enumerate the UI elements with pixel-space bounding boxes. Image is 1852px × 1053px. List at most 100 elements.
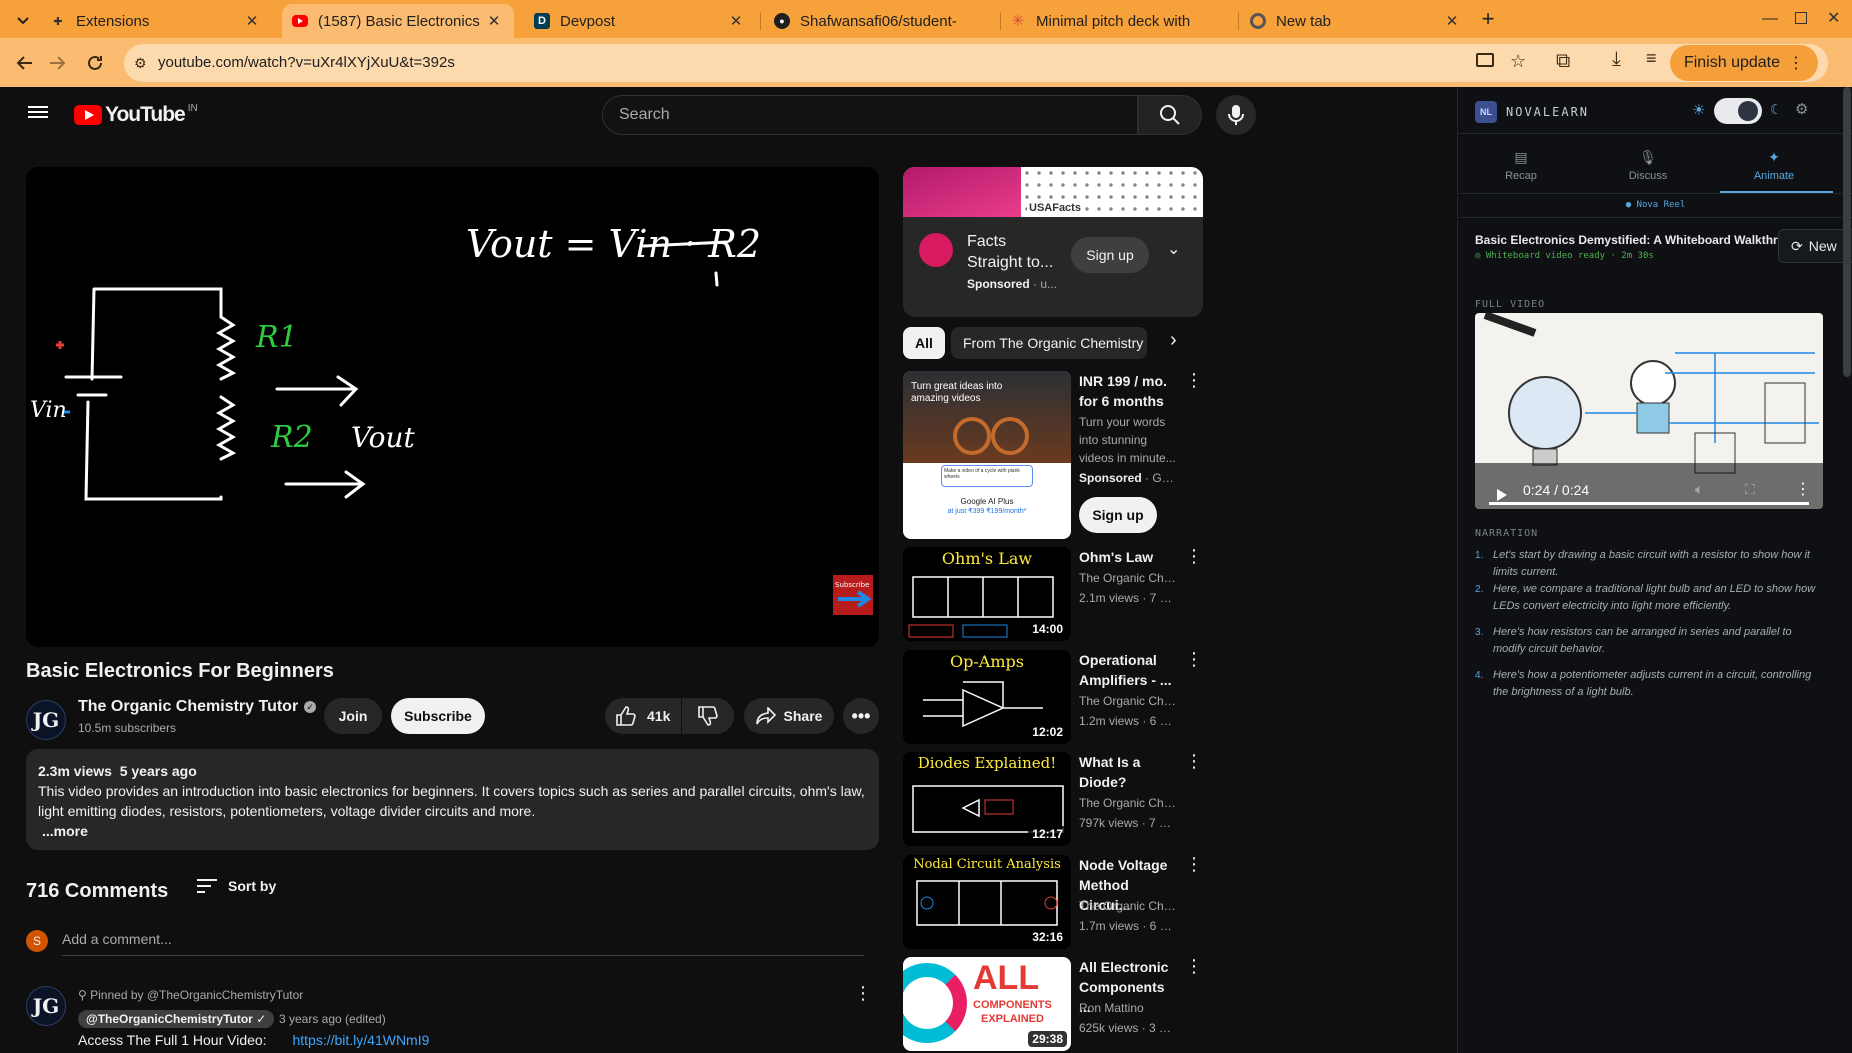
more-actions-button[interactable]: ••• bbox=[843, 698, 879, 734]
chip-all[interactable]: All bbox=[903, 327, 945, 359]
install-app-icon[interactable] bbox=[1476, 53, 1494, 67]
nova-video-player[interactable]: 0:24 / 0:24 🔈︎ ⛶ ⋮ bbox=[1475, 313, 1823, 509]
tab-recap[interactable]: ▤ Recap bbox=[1461, 149, 1581, 182]
close-tab-icon[interactable]: ✕ bbox=[484, 12, 504, 30]
channel-avatar[interactable]: JG bbox=[26, 700, 66, 740]
tab-pitch-deck[interactable]: ✳ Minimal pitch deck with bbox=[1000, 4, 1236, 38]
close-tab-icon[interactable]: ✕ bbox=[242, 12, 262, 30]
download-icon[interactable]: ⤓ bbox=[1612, 48, 1621, 71]
volume-icon[interactable]: 🔈︎ bbox=[1695, 481, 1703, 498]
description-text: This video provides an introduction into… bbox=[38, 783, 865, 819]
whiteboard-formula: Vout = Vin · R2 bbox=[466, 222, 761, 266]
player-time: 0:24 / 0:24 bbox=[1523, 482, 1590, 498]
recommendation-op-amps[interactable]: Op-Amps 12:02 Operational Amplifiers - .… bbox=[903, 650, 1203, 744]
menu-icon[interactable] bbox=[28, 103, 48, 121]
tab-youtube[interactable]: (1587) Basic Electronics ✕ bbox=[282, 4, 514, 38]
comment-body: Access The Full 1 Hour Video: https://bi… bbox=[78, 1032, 429, 1048]
chip-from-channel[interactable]: From The Organic Chemistry T bbox=[951, 327, 1147, 359]
like-button[interactable]: 41k bbox=[605, 698, 681, 734]
comment-author-chip[interactable]: @TheOrganicChemistryTutor ✓ bbox=[78, 1010, 275, 1028]
recommendation-diode[interactable]: Diodes Explained! 12:17 What Is a Diode?… bbox=[903, 752, 1203, 846]
tab-extensions[interactable]: ✚ Extensions ✕ bbox=[40, 4, 272, 38]
reload-button[interactable] bbox=[80, 48, 110, 78]
tab-github[interactable]: ● Shafwansafi06/student- bbox=[764, 4, 996, 38]
show-more-link[interactable]: ...more bbox=[42, 821, 867, 841]
description-box[interactable]: 2.3m views 5 years ago This video provid… bbox=[26, 749, 879, 850]
theme-toggle[interactable] bbox=[1714, 98, 1762, 124]
tab-devpost[interactable]: D Devpost ✕ bbox=[524, 4, 756, 38]
fullscreen-icon[interactable]: ⛶ bbox=[1745, 481, 1755, 498]
recommendation-all-components[interactable]: ALL COMPONENTS EXPLAINED 29:38 All Elect… bbox=[903, 957, 1203, 1051]
tab-search-button[interactable] bbox=[10, 8, 36, 34]
comment-menu-icon[interactable]: ⋮ bbox=[854, 983, 872, 1004]
verified-icon: ✓ bbox=[256, 1012, 267, 1026]
rec-menu-icon[interactable]: ⋮ bbox=[1185, 650, 1203, 668]
close-tab-icon[interactable]: ✕ bbox=[726, 12, 746, 30]
forward-button[interactable] bbox=[42, 48, 72, 78]
comment-link[interactable]: https://bit.ly/41WNmI9 bbox=[292, 1032, 429, 1048]
youtube-logo[interactable]: YouTube IN bbox=[74, 103, 198, 127]
rec-channel: The Organic Chemistr... bbox=[1079, 694, 1177, 708]
close-tab-icon[interactable]: ✕ bbox=[1442, 12, 1462, 30]
rec-signup-button[interactable]: Sign up bbox=[1079, 497, 1157, 533]
rec-menu-icon[interactable]: ⋮ bbox=[1185, 371, 1203, 389]
sort-label: Sort by bbox=[228, 878, 277, 894]
tab-new-tab[interactable]: New tab ✕ bbox=[1240, 4, 1472, 38]
new-button-label: New bbox=[1808, 238, 1837, 254]
arrow-right-icon bbox=[50, 56, 66, 70]
share-button[interactable]: Share bbox=[744, 698, 834, 734]
player-menu-icon[interactable]: ⋮ bbox=[1795, 479, 1811, 499]
minimize-icon[interactable]: — bbox=[1762, 10, 1778, 28]
site-info-icon[interactable]: ⚙ bbox=[134, 55, 147, 72]
rec-menu-icon[interactable]: ⋮ bbox=[1185, 855, 1203, 873]
comment-text: Access The Full 1 Hour Video: bbox=[78, 1032, 267, 1048]
ad-banner[interactable]: USAFacts Facts Straight to... Sponsored … bbox=[903, 167, 1203, 317]
tab-animate[interactable]: ✦ Animate bbox=[1714, 149, 1834, 182]
ad-expand-icon[interactable]: ⌄ bbox=[1167, 239, 1180, 259]
sort-icon bbox=[197, 879, 217, 893]
address-bar[interactable]: ⚙ youtube.com/watch?v=uXr4lXYjXuU&t=392s… bbox=[124, 44, 1828, 82]
rec-menu-icon[interactable]: ⋮ bbox=[1185, 957, 1203, 975]
tab-discuss[interactable]: 🎙︎ Discuss bbox=[1588, 149, 1708, 182]
rec-channel: The Organic Chemistr... bbox=[1079, 796, 1177, 810]
close-window-icon[interactable]: ✕ bbox=[1827, 8, 1840, 28]
rec-channel: The Organic Chemistr... bbox=[1079, 571, 1177, 585]
thumbs-up-icon bbox=[616, 706, 636, 726]
extensions-icon[interactable]: ⧉ bbox=[1556, 50, 1570, 73]
ad-thumb-google-ai: Google AI Plus bbox=[960, 497, 1014, 506]
recommendation-nodal[interactable]: Nodal Circuit Analysis 32:16 Node Voltag… bbox=[903, 855, 1203, 949]
media-control-icon[interactable]: ≡ bbox=[1646, 48, 1657, 69]
maximize-icon[interactable] bbox=[1795, 12, 1807, 24]
sun-icon[interactable]: ☀ bbox=[1692, 101, 1705, 119]
channel-name[interactable]: The Organic Chemistry Tutor ✓ bbox=[78, 698, 317, 716]
add-comment-input[interactable]: Add a comment... bbox=[62, 931, 864, 956]
tab-title: Shafwansafi06/student- bbox=[800, 12, 957, 30]
new-button[interactable]: ⟳ New bbox=[1778, 229, 1852, 263]
search-button[interactable] bbox=[1138, 95, 1202, 135]
subscribe-button[interactable]: Subscribe bbox=[391, 698, 485, 734]
back-button[interactable] bbox=[10, 48, 40, 78]
ad-signup-button[interactable]: Sign up bbox=[1071, 237, 1149, 273]
panel-scrollbar[interactable] bbox=[1843, 87, 1851, 377]
rec-thumb-text-2: COMPONENTS bbox=[973, 999, 1052, 1011]
rec-menu-icon[interactable]: ⋮ bbox=[1185, 547, 1203, 565]
bookmark-star-icon[interactable]: ☆ bbox=[1510, 51, 1526, 72]
chips-next-icon[interactable]: › bbox=[1170, 329, 1177, 352]
moon-icon[interactable]: ☾ bbox=[1770, 101, 1783, 118]
finish-update-button[interactable]: Finish update ⋮ bbox=[1669, 45, 1818, 81]
sort-by-button[interactable]: Sort by bbox=[196, 878, 276, 894]
search-input[interactable]: Search bbox=[602, 95, 1138, 135]
voice-search-button[interactable] bbox=[1216, 95, 1256, 135]
dislike-button[interactable] bbox=[682, 698, 734, 734]
ad-title: Facts Straight to... bbox=[967, 233, 1054, 271]
chevron-down-icon bbox=[17, 17, 29, 25]
new-tab-button[interactable]: + bbox=[1474, 6, 1502, 34]
recommendation-ohms-law[interactable]: Ohm's Law 14:00 Ohm's Law The Organic Ch… bbox=[903, 547, 1203, 641]
join-button[interactable]: Join bbox=[324, 698, 382, 734]
youtube-play-logo-icon bbox=[74, 105, 102, 125]
video-player[interactable]: Vout = Vin · R2 R1 R2 Vout Vin Subscribe bbox=[26, 167, 879, 647]
rec-menu-icon[interactable]: ⋮ bbox=[1185, 752, 1203, 770]
toggle-knob bbox=[1738, 101, 1758, 121]
recommendation-ad[interactable]: Turn great ideas into amazing videos Mak… bbox=[903, 371, 1203, 539]
settings-gear-icon[interactable]: ⚙ bbox=[1795, 100, 1808, 118]
